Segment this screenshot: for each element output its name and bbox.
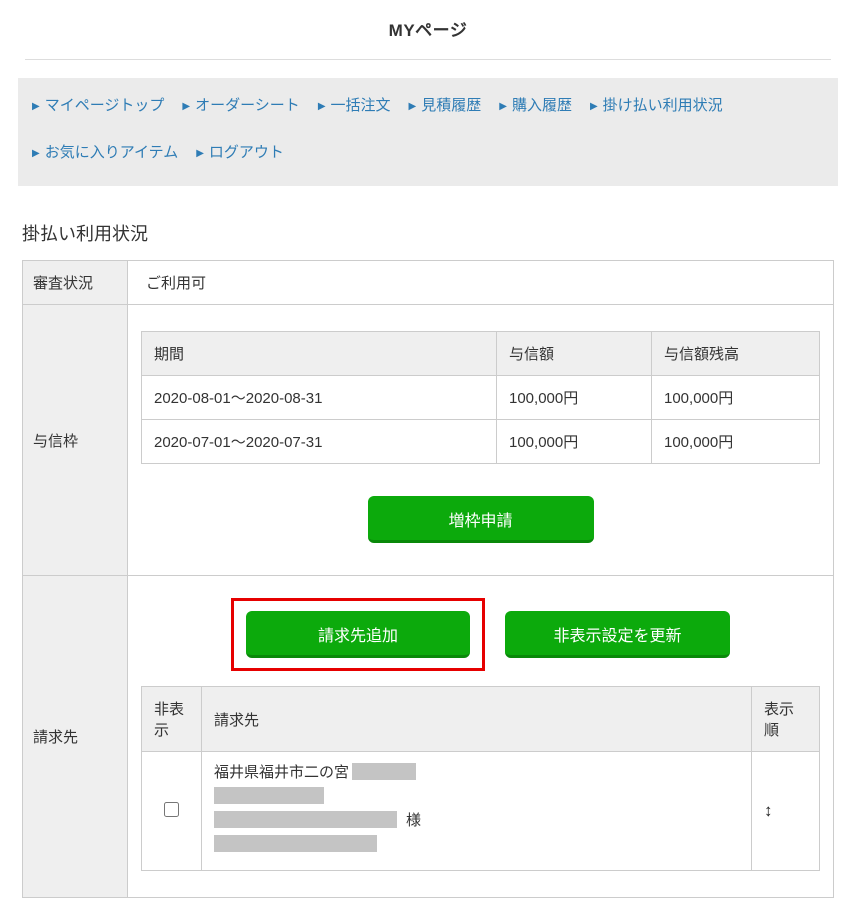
nav-item-label: マイページトップ bbox=[44, 97, 165, 114]
nav-item-mypage-top[interactable]: ▶ マイページトップ bbox=[32, 94, 164, 115]
triangle-bullet-icon: ▶ bbox=[408, 101, 417, 112]
credit-amount-value: 100,000円 bbox=[496, 375, 652, 420]
address-line: 福井県福井市二の宮 bbox=[214, 763, 739, 781]
billing-address-table: 非表示 請求先 表示順 福井県福井市二の宮 様 ↕ bbox=[141, 686, 820, 871]
display-order-column-header: 表示順 bbox=[751, 686, 820, 752]
billing-address-cell: 福井県福井市二の宮 様 bbox=[201, 751, 752, 871]
sort-updown-arrow-icon[interactable]: ↕ bbox=[764, 801, 773, 820]
nav-item-label: 見積履歴 bbox=[421, 97, 482, 114]
deferred-payment-status-table: 審査状況 ご利用可 与信枠 期間 与信額 与信額残高 2020-08-01〜20… bbox=[22, 260, 834, 898]
page-title: MYページ bbox=[388, 21, 468, 40]
table-row: 与信枠 期間 与信額 与信額残高 2020-08-01〜2020-08-31 1… bbox=[22, 304, 834, 576]
table-row: 2020-07-01〜2020-07-31 100,000円 100,000円 bbox=[141, 419, 820, 464]
triangle-bullet-icon: ▶ bbox=[182, 101, 191, 112]
nav-item-label: 一括注文 bbox=[330, 97, 391, 114]
status-value: ご利用可 bbox=[127, 260, 834, 305]
address-text: 福井県福井市二の宮 bbox=[214, 764, 350, 781]
credit-balance-value: 100,000円 bbox=[651, 419, 820, 464]
period-column-header: 期間 bbox=[141, 331, 497, 376]
credit-amount-column-header: 与信額 bbox=[496, 331, 652, 376]
billing-cell: 請求先追加 非表示設定を更新 非表示 請求先 表示順 福井県福井市二の宮 様 ↕ bbox=[127, 575, 834, 898]
section-heading: 掛払い利用状況 bbox=[22, 224, 148, 244]
nav-item-label: お気に入りアイテム bbox=[44, 144, 179, 161]
hide-checkbox[interactable] bbox=[164, 801, 179, 817]
update-hidden-settings-button[interactable]: 非表示設定を更新 bbox=[505, 611, 730, 658]
credit-cell: 期間 与信額 与信額残高 2020-08-01〜2020-08-31 100,0… bbox=[127, 304, 834, 576]
hide-checkbox-cell bbox=[141, 751, 202, 871]
billing-row-label: 請求先 bbox=[22, 575, 128, 898]
honorific-text: 様 bbox=[406, 812, 422, 829]
mypage-nav: ▶ マイページトップ ▶ オーダーシート ▶ 一括注文 ▶ 見積履歴 ▶ 購入履歴 ▶ 掛け… bbox=[18, 78, 838, 186]
nav-item-logout[interactable]: ▶ ログアウト bbox=[196, 141, 284, 162]
billing-buttons-container: 請求先追加 非表示設定を更新 bbox=[141, 598, 820, 671]
redacted-text bbox=[214, 835, 377, 852]
status-row-label: 審査状況 bbox=[22, 260, 128, 305]
triangle-bullet-icon: ▶ bbox=[32, 101, 40, 112]
increase-button-container: 増枠申請 bbox=[141, 496, 820, 543]
redacted-text bbox=[352, 763, 417, 780]
display-order-cell: ↕ bbox=[751, 751, 820, 871]
billing-address-column-header: 請求先 bbox=[201, 686, 752, 752]
credit-balance-column-header: 与信額残高 bbox=[651, 331, 820, 376]
credit-row-label: 与信枠 bbox=[22, 304, 128, 576]
table-row: 請求先 請求先追加 非表示設定を更新 非表示 請求先 表示順 福井県福井市二の宮… bbox=[22, 575, 834, 898]
nav-item-purchase-history[interactable]: ▶ 購入履歴 bbox=[499, 94, 572, 115]
nav-item-bulk-order[interactable]: ▶ 一括注文 bbox=[318, 94, 391, 115]
add-billing-address-button[interactable]: 請求先追加 bbox=[246, 611, 470, 658]
credit-balance-value: 100,000円 bbox=[651, 375, 820, 420]
redacted-text bbox=[214, 811, 397, 828]
triangle-bullet-icon: ▶ bbox=[499, 101, 507, 112]
nav-item-order-sheet[interactable]: ▶ オーダーシート bbox=[182, 94, 299, 115]
address-line bbox=[214, 835, 739, 852]
credit-amount-value: 100,000円 bbox=[496, 419, 652, 464]
nav-item-quote-history[interactable]: ▶ 見積履歴 bbox=[409, 94, 482, 115]
increase-limit-button[interactable]: 増枠申請 bbox=[367, 496, 594, 543]
table-row: 審査状況 ご利用可 bbox=[22, 260, 834, 305]
billing-address-row: 福井県福井市二の宮 様 ↕ bbox=[141, 751, 820, 871]
triangle-bullet-icon: ▶ bbox=[32, 148, 40, 159]
nav-item-label: 掛け払い利用状況 bbox=[602, 97, 723, 114]
table-header-row: 期間 与信額 与信額残高 bbox=[141, 331, 820, 376]
period-value: 2020-07-01〜2020-07-31 bbox=[141, 419, 497, 464]
nav-item-label: 購入履歴 bbox=[511, 97, 572, 114]
red-highlight-annotation: 請求先追加 bbox=[231, 598, 485, 671]
nav-item-label: ログアウト bbox=[208, 144, 284, 161]
title-divider bbox=[25, 59, 831, 60]
address-line bbox=[214, 787, 739, 804]
nav-item-deferred-payment-status[interactable]: ▶ 掛け払い利用状況 bbox=[590, 94, 723, 115]
redacted-text bbox=[214, 787, 324, 804]
hide-column-header: 非表示 bbox=[141, 686, 202, 752]
table-header-row: 非表示 請求先 表示順 bbox=[141, 686, 820, 752]
credit-limit-table: 期間 与信額 与信額残高 2020-08-01〜2020-08-31 100,0… bbox=[141, 331, 820, 464]
period-value: 2020-08-01〜2020-08-31 bbox=[141, 375, 497, 420]
triangle-bullet-icon: ▶ bbox=[589, 101, 598, 112]
triangle-bullet-icon: ▶ bbox=[317, 101, 326, 112]
nav-item-label: オーダーシート bbox=[195, 97, 300, 114]
address-line: 様 bbox=[214, 811, 739, 829]
triangle-bullet-icon: ▶ bbox=[196, 148, 204, 159]
table-row: 2020-08-01〜2020-08-31 100,000円 100,000円 bbox=[141, 375, 820, 420]
nav-item-favorites[interactable]: ▶ お気に入りアイテム bbox=[32, 141, 178, 162]
